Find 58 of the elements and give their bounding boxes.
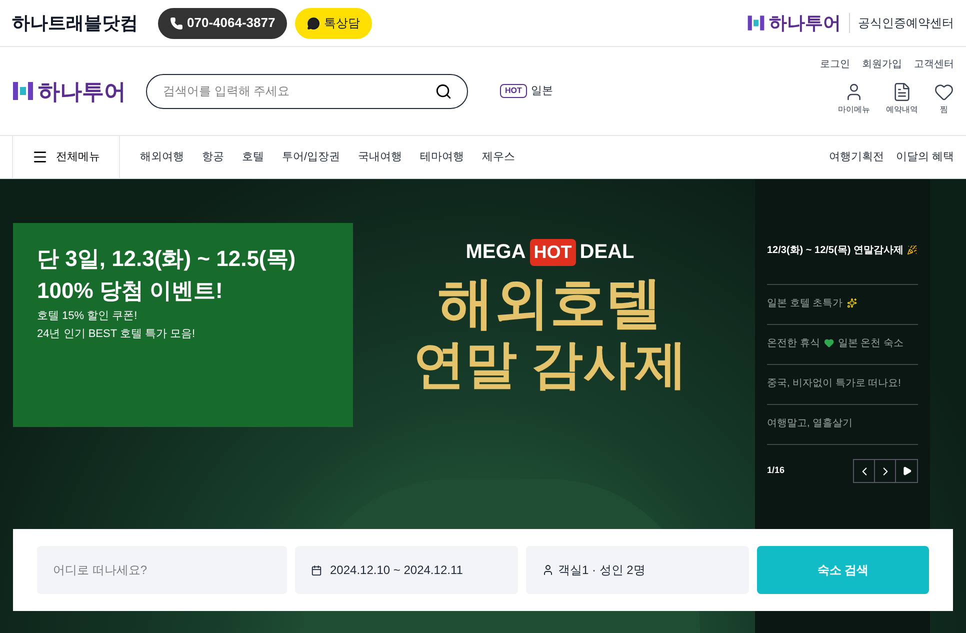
banner-list-item[interactable]: 여행말고, 열흘살기 [767,405,918,445]
all-menu-button[interactable]: 전체메뉴 [12,136,120,178]
banner-list-item[interactable]: 12/3(화) ~ 12/5(목) 연말감사제 [767,243,918,285]
banner-list-item[interactable]: 중국, 비자없이 특가로 떠나요! [767,365,918,405]
hot-keyword-link[interactable]: 일본 [530,82,553,100]
banner-list-item[interactable]: 일본 호텔 초특가 [767,285,918,325]
calendar-icon [311,564,322,576]
banner-list-item[interactable]: 온전한 휴식 일본 온천 숙소 [767,325,918,365]
banner-title: 연말 감사제 [412,335,688,395]
banner-title: 해외호텔 [438,271,662,335]
site-brand[interactable]: 하나트래블닷컴 [12,10,138,36]
party-icon [907,245,918,256]
heart-icon [934,82,954,102]
phone-button[interactable]: 070-4064-3877 [158,8,288,38]
hot-label: HOT [530,238,576,266]
header-icon-link[interactable]: 마이메뉴 [838,82,870,116]
nav-link[interactable]: 제우스 [482,148,516,166]
nav-link[interactable]: 호텔 [242,148,264,166]
heart-icon [824,338,834,348]
header-icon-link[interactable]: 찜 [934,82,954,116]
nav-link[interactable]: 국내여행 [358,148,402,166]
date-field[interactable]: 2024.12.10 ~ 2024.12.11 [295,546,518,594]
utility-link[interactable]: 고객센터 [914,57,954,72]
play-icon [902,466,912,476]
banner-tagline: MEGA [466,240,526,265]
promo-headline: 100% 당첨 이벤트! [37,277,224,305]
chat-icon [307,16,320,30]
sparkle-icon [846,298,857,308]
hot-badge: HOT [500,84,527,98]
header-icon-link[interactable]: 예약내역 [886,82,918,116]
search-field[interactable]: 검색어를 입력해 주세요 [146,74,468,108]
logo-text[interactable]: 하나투어 [38,74,126,108]
menu-icon [32,149,48,165]
utility-link[interactable]: 로그인 [820,57,850,72]
nav-link[interactable]: 투어/입장권 [282,148,340,166]
nav-link[interactable]: 여행기획전 [828,148,884,166]
pager-count: 1/16 [767,464,785,478]
phone-icon [170,16,183,30]
doc-icon [892,82,912,102]
promo-text: 호텔 15% 할인 쿠폰! [37,309,138,324]
partner-label: 공식인증예약센터 [858,15,954,32]
chat-button[interactable]: 톡상담 [295,8,372,38]
promo-headline: 단 3일, 12.3(화) ~ 12.5(목) [37,245,297,273]
promo-text: 24년 인기 BEST 호텔 특가 모음! [37,327,196,342]
logo-icon [747,14,765,32]
banner-tagline: DEAL [580,240,634,265]
utility-link[interactable]: 회원가입 [862,57,902,72]
destination-field[interactable]: 어디로 떠나세요? [37,546,287,594]
promo-card[interactable]: 단 3일, 12.3(화) ~ 12.5(목) 100% 당첨 이벤트! 호텔 15% 할인 쿠폰! 24년 인기 BEST 호텔 특가 모음! [13,223,353,427]
nav-link[interactable]: 해외여행 [140,148,184,166]
nav-link[interactable]: 테마여행 [420,148,464,166]
nav-link[interactable]: 항공 [202,148,224,166]
person-icon [542,564,554,576]
nav-link[interactable]: 이달의 혜택 [896,148,954,166]
search-icon[interactable] [435,82,452,100]
logo-icon [12,80,34,102]
logo-text[interactable]: 하나투어 [769,10,841,36]
guest-field[interactable]: 객실1 · 성인 2명 [526,546,749,594]
